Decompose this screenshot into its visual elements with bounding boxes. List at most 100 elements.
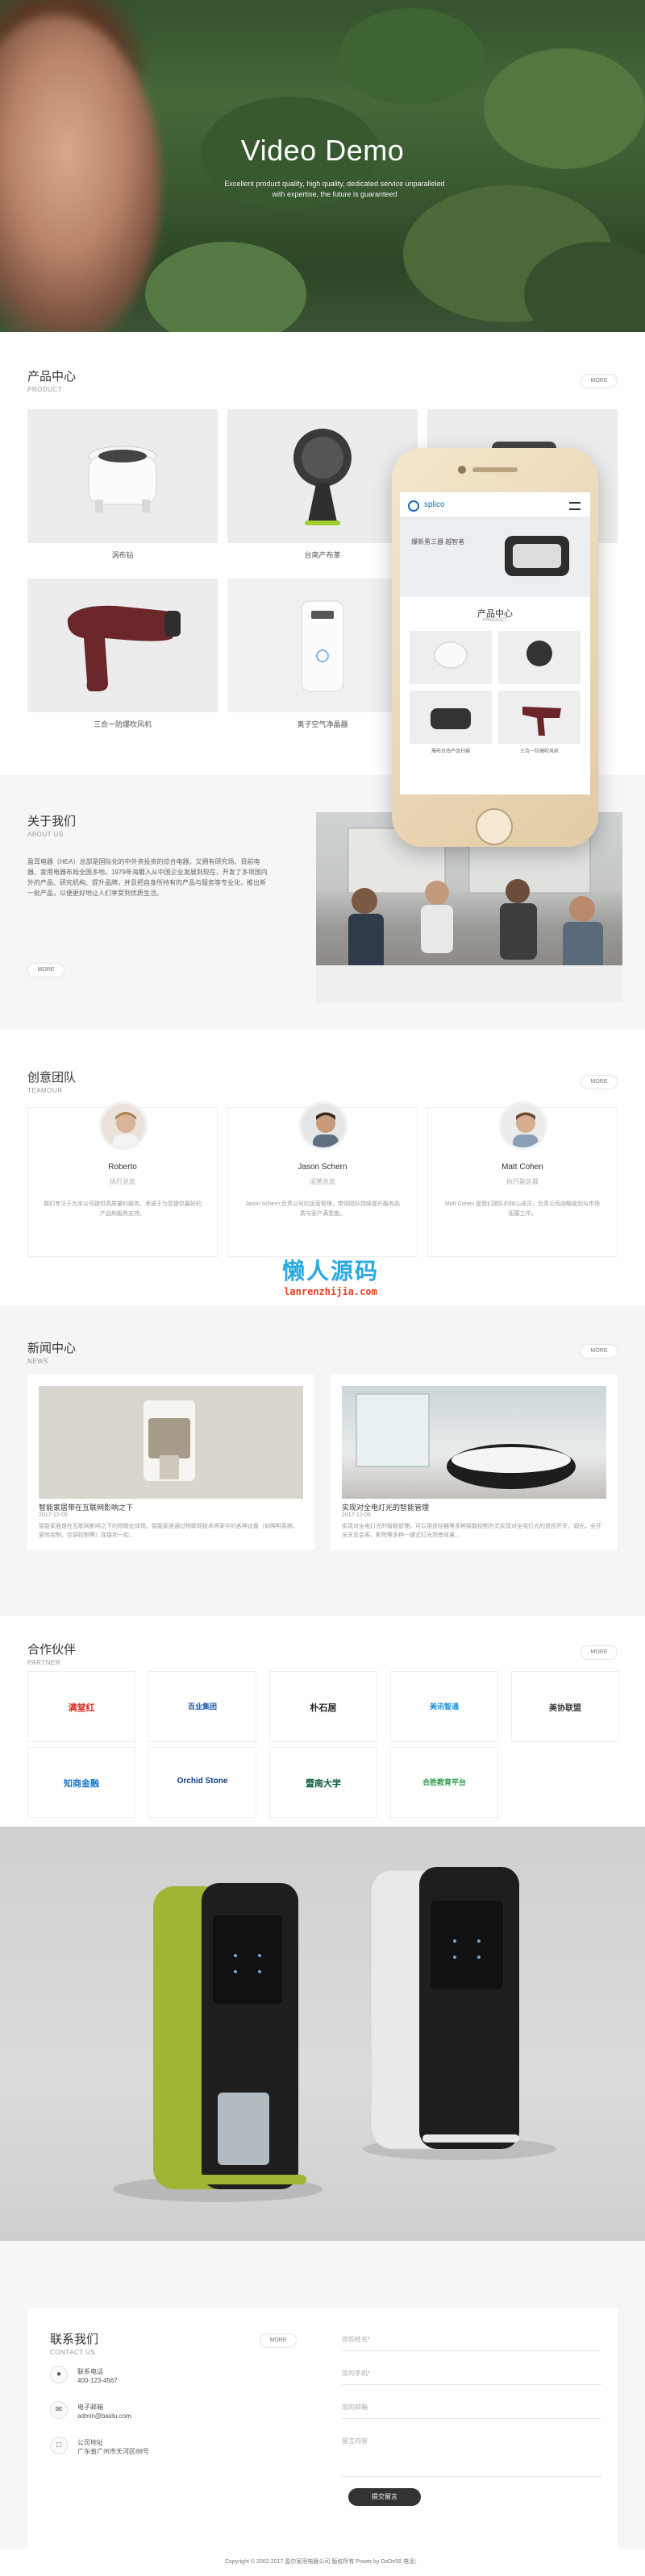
location-pin-icon: ● (50, 2366, 68, 2383)
partner-logo[interactable]: 美讯智通 (390, 1671, 498, 1742)
partner-section: 合作伙伴 PARTNER MORE 满堂红 百业集团 朴石居 美讯智通 美协联盟… (0, 1616, 645, 1827)
product-card[interactable] (27, 409, 218, 543)
avatar (99, 1101, 148, 1150)
hero-title: Video Demo (240, 134, 405, 167)
news-date: 2017-12-05 (39, 1512, 68, 1518)
copyright: Copyright © 2002-2017 盈尔家用电器公司 版权所有 Powe… (224, 2559, 421, 2565)
news-card[interactable]: 智能家居带在互联网影响之下 2017-12-05 智能家居是在互联网影响之下的物… (27, 1375, 314, 1550)
team-more-button[interactable]: MORE (580, 1075, 618, 1089)
news-date: 2017-12-05 (342, 1512, 371, 1518)
team-member-name: Roberto (108, 1163, 137, 1172)
phone-product-thumb[interactable] (498, 691, 580, 744)
about-section-subtitle: ABOUT US (27, 831, 64, 838)
partner-section-title: 合作伙伴 (27, 1643, 77, 1657)
product-card[interactable] (227, 579, 418, 712)
team-member-card[interactable]: Roberto 执行总监 我们专注于为本公司提供高质量的服务、承诺于为您提供最好… (27, 1101, 218, 1257)
partner-name: 美协联盟 (549, 1704, 581, 1713)
partner-name: 满堂红 (68, 1703, 95, 1713)
about-more-button[interactable]: MORE (27, 963, 64, 977)
product-caption: 涡布钻 (111, 551, 134, 559)
team-member-role: 运营总监 (310, 1178, 335, 1185)
contact-phone-label: 联系电话 (77, 2368, 103, 2375)
contact-email-value: admin@baidu.com (77, 2412, 131, 2420)
partner-logo[interactable]: 知商金融 (27, 1747, 135, 1818)
name-input[interactable]: 您的姓名* (342, 2327, 601, 2351)
team-section-title: 创意团队 (27, 1071, 77, 1085)
team-member-role: 执行总监 (110, 1178, 135, 1185)
partner-section-subtitle: PARTNER (27, 1659, 60, 1666)
contact-box: 联系我们 CONTACT US MORE ● 联系电话 400-123-4567… (27, 2308, 618, 2553)
contact-heading: 联系我们 CONTACT US (50, 2330, 98, 2356)
partner-name: 美讯智通 (429, 1703, 459, 1711)
phone-input[interactable]: 您的手机* (342, 2361, 601, 2385)
partner-name: 暨南大学 (306, 1778, 341, 1789)
partner-name: 百业集团 (187, 1703, 217, 1711)
phone-section-subtitle: PRODUCT (483, 618, 507, 623)
contact-title: 联系我们 (50, 2333, 99, 2346)
watermark-url: lanrenzhijia.com (284, 1286, 377, 1297)
about-section-title: 关于我们 (27, 815, 77, 828)
menu-icon[interactable] (569, 502, 580, 510)
product-card[interactable] (227, 409, 418, 543)
partner-logo[interactable]: 满堂红 (27, 1671, 135, 1742)
news-more-button[interactable]: MORE (580, 1344, 618, 1359)
avatar (299, 1101, 347, 1150)
partner-name: Orchid Stone (177, 1777, 228, 1786)
partner-name: 合胜教育平台 (422, 1778, 466, 1786)
phone-screen: splico 爆新勇三器 越智者 产品中心 PRODUCT 爆布台南产品扫描 三… (400, 492, 590, 794)
contact-email-label: 电子邮箱 (77, 2404, 103, 2411)
team-member-name: Jason Schern (298, 1163, 347, 1172)
contact-address: 公司地址 广东省广州市天河区88号 (77, 2438, 149, 2456)
product-card[interactable] (27, 579, 218, 712)
news-desc: 实现对全电灯光的智能管理，可以用遥控器等多种智能控制方式实现对全宅灯光的遥控开关… (342, 1524, 601, 1538)
air-purifier-image (301, 600, 344, 692)
product-caption: 台南产布革 (304, 551, 341, 559)
rice-cooker-image (88, 446, 157, 512)
product-section-subtitle: PRODUCT (27, 386, 63, 393)
avatar (499, 1101, 547, 1150)
building-icon: □ (50, 2437, 68, 2454)
product-more-button[interactable]: MORE (580, 374, 618, 388)
phone-product-thumb[interactable] (498, 631, 580, 684)
contact-more-button[interactable]: MORE (260, 2333, 297, 2348)
email-icon: ✉ (50, 2401, 68, 2419)
product-caption: 奥子空气净晶器 (297, 720, 348, 728)
message-input[interactable]: 留言内容 (342, 2429, 601, 2477)
contact-address-value: 广东省广州市天河区88号 (77, 2448, 149, 2455)
team-member-desc: Jason Schern 负责公司的运营管理，带领团队持续提升服务品质与客户满意… (245, 1201, 400, 1217)
news-image (39, 1386, 303, 1499)
contact-subtitle: CONTACT US (50, 2349, 96, 2356)
watermark: 懒人源码 lanrenzhijia.com (268, 1254, 393, 1297)
phone-product-thumb[interactable] (410, 691, 492, 744)
partner-logo[interactable]: 百业集团 (148, 1671, 256, 1742)
contact-phone-value: 400-123-4567 (77, 2377, 118, 2384)
partner-logo[interactable]: 朴石居 (269, 1671, 377, 1742)
product-section-title: 产品中心 (27, 370, 77, 384)
news-image (342, 1386, 606, 1499)
news-card[interactable]: 实现对全电灯光的智能管理 2017-12-05 实现对全电灯光的智能管理，可以用… (331, 1375, 618, 1550)
phone-product-thumb[interactable] (410, 631, 492, 684)
product-banner (0, 1827, 645, 2241)
submit-button[interactable]: 提交留言 (348, 2488, 421, 2506)
team-member-card[interactable]: Jason Schern 运营总监 Jason Schern 负责公司的运营管理… (227, 1101, 418, 1257)
team-member-card[interactable]: Matt Cohen 执行副总裁 Matt Cohen 是我们团队的核心成员，负… (427, 1101, 618, 1257)
phone-caption: 爆布台南产品扫描 (431, 749, 470, 754)
phone-home-button (476, 808, 513, 845)
phone-speaker (472, 467, 518, 472)
partner-logo[interactable]: 合胜教育平台 (390, 1747, 498, 1818)
news-title[interactable]: 智能家居带在互联网影响之下 (39, 1502, 133, 1512)
phone-banner: 爆新勇三器 越智者 (400, 516, 590, 597)
contact-email: 电子邮箱 admin@baidu.com (77, 2403, 131, 2420)
partner-logo[interactable]: Orchid Stone (148, 1747, 256, 1818)
news-desc: 智能家居是在互联网影响之下的物联化体现。智能家居通过物联网技术将家中的各种设备（… (39, 1524, 298, 1538)
phone-banner-text: 爆新勇三器 越智者 (411, 538, 465, 545)
product-caption: 三合一防爆吹风机 (93, 720, 152, 728)
partner-logo[interactable]: 美协联盟 (511, 1671, 619, 1742)
team-member-name: Matt Cohen (501, 1163, 543, 1172)
hero-description: Excellent product quality, high quality,… (224, 180, 445, 198)
team-member-desc: Matt Cohen 是我们团队的核心成员，负责公司战略规划与市场拓展工作。 (444, 1201, 601, 1217)
partner-logo[interactable]: 暨南大学 (269, 1747, 377, 1818)
news-title[interactable]: 实现对全电灯光的智能管理 (342, 1502, 429, 1512)
email-input[interactable]: 您的邮箱 (342, 2395, 601, 2419)
partner-more-button[interactable]: MORE (580, 1645, 618, 1660)
